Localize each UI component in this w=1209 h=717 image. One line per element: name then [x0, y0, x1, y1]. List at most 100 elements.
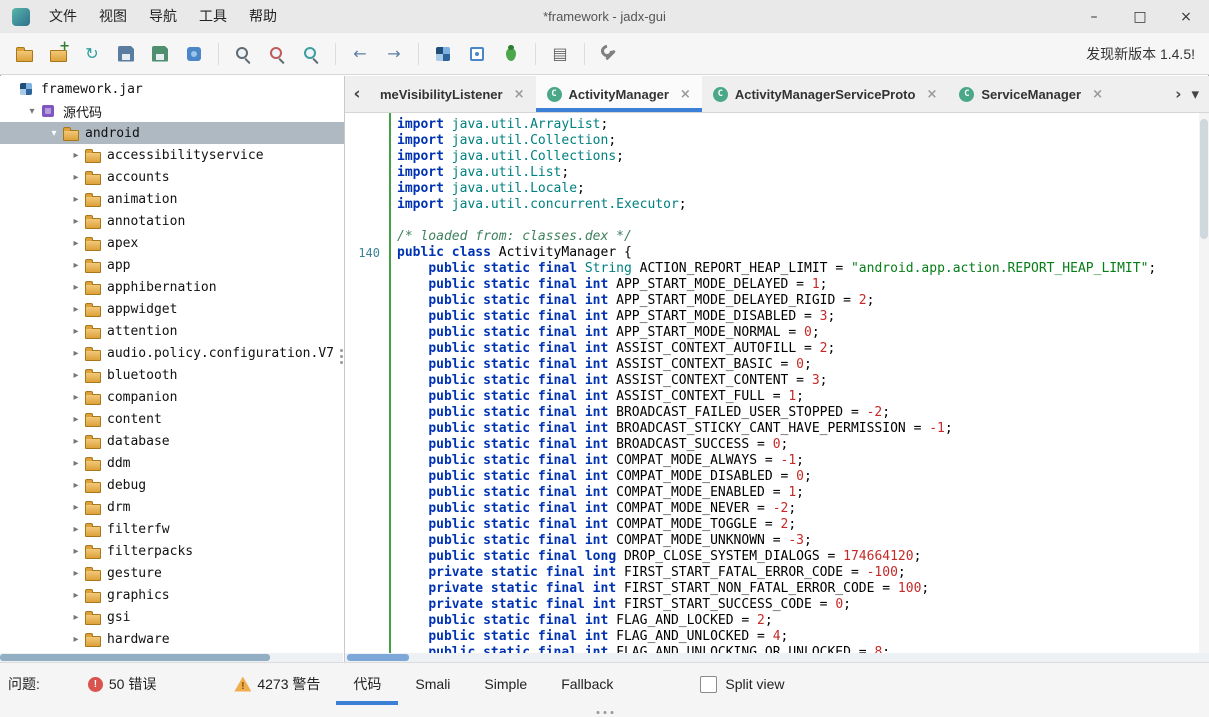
search-class-button[interactable] [267, 44, 287, 64]
tree-item[interactable]: ▸bluetooth [0, 364, 344, 386]
export-button[interactable] [150, 44, 170, 64]
tree-item[interactable]: ▸apex [0, 232, 344, 254]
tree-expand-icon[interactable]: ▸ [68, 546, 84, 557]
code-editor[interactable]: 140 import java.util.ArrayList;import ja… [345, 113, 1209, 653]
vertical-scrollbar-thumb[interactable] [1200, 119, 1208, 239]
tree-expand-icon[interactable]: ▸ [68, 524, 84, 535]
menu-item[interactable]: 文件 [38, 0, 88, 33]
editor-tab[interactable]: CActivityManager× [536, 76, 702, 112]
editor-tab[interactable]: meVisibilityListener× [369, 76, 536, 112]
menu-item[interactable]: 帮助 [238, 0, 288, 33]
tree-item[interactable]: ▸ddm [0, 452, 344, 474]
tree-expand-icon[interactable]: ▸ [68, 436, 84, 447]
tree-item[interactable]: ▸accessibilityservice [0, 144, 344, 166]
back-button[interactable]: ← [350, 44, 370, 64]
tree-item[interactable]: ▾android [0, 122, 344, 144]
tree-expand-icon[interactable]: ▸ [68, 502, 84, 513]
code-content[interactable]: import java.util.ArrayList;import java.u… [391, 113, 1199, 653]
tree-item[interactable]: framework.jar [0, 78, 344, 100]
tree-expand-icon[interactable]: ▸ [68, 634, 84, 645]
split-view-toggle[interactable]: Split view [700, 676, 784, 693]
view-tab[interactable]: 代码 [336, 663, 398, 705]
tree-expand-icon[interactable]: ▸ [68, 238, 84, 249]
tree-item[interactable]: ▸app [0, 254, 344, 276]
tree-scrollbar-thumb[interactable] [0, 654, 270, 661]
debugger-button[interactable] [501, 44, 521, 64]
tree-expand-icon[interactable]: ▸ [68, 612, 84, 623]
bottom-panel-grip-handle[interactable] [596, 711, 613, 714]
search-comment-button[interactable] [301, 44, 321, 64]
tree-expand-icon[interactable]: ▸ [68, 216, 84, 227]
tree-collapse-icon[interactable]: ▾ [46, 128, 62, 139]
tree-expand-icon[interactable]: ▸ [68, 392, 84, 403]
tree-expand-icon[interactable]: ▸ [68, 568, 84, 579]
menu-item[interactable]: 导航 [138, 0, 188, 33]
tree-expand-icon[interactable]: ▸ [68, 326, 84, 337]
deobfuscation-button[interactable] [433, 44, 453, 64]
minimize-button[interactable]: – [1071, 0, 1117, 33]
update-notification-link[interactable]: 发现新版本 1.4.5! [1086, 44, 1195, 64]
quark-button[interactable] [467, 44, 487, 64]
tree-expand-icon[interactable]: ▸ [68, 194, 84, 205]
tree-expand-icon[interactable]: ▸ [68, 150, 84, 161]
preferences-button[interactable] [599, 44, 619, 64]
forward-button[interactable]: → [384, 44, 404, 64]
tree-expand-icon[interactable]: ▸ [68, 348, 84, 359]
tree-item[interactable]: ▸annotation [0, 210, 344, 232]
add-files-button[interactable] [48, 44, 68, 64]
save-all-button[interactable] [116, 44, 136, 64]
menu-item[interactable]: 工具 [188, 0, 238, 33]
log-viewer-button[interactable]: ▤ [550, 44, 570, 64]
tabs-list-dropdown-icon[interactable]: ▾ [1191, 85, 1199, 103]
editor-vertical-scrollbar[interactable] [1199, 113, 1209, 653]
close-button[interactable]: × [1163, 0, 1209, 33]
tree-item[interactable]: ▸hardware [0, 628, 344, 650]
panel-splitter-handle[interactable] [340, 346, 343, 367]
tab-close-icon[interactable]: × [680, 87, 691, 102]
menu-item[interactable]: 视图 [88, 0, 138, 33]
tree-expand-icon[interactable]: ▸ [68, 304, 84, 315]
tree-item[interactable]: ▸apphibernation [0, 276, 344, 298]
tree-expand-icon[interactable]: ▸ [68, 458, 84, 469]
tree-item[interactable]: ▾源代码 [0, 100, 344, 122]
reload-button[interactable]: ↻ [82, 44, 102, 64]
view-tab[interactable]: Fallback [544, 663, 630, 705]
tree-item[interactable]: ▸content [0, 408, 344, 430]
tree-expand-icon[interactable]: ▸ [68, 370, 84, 381]
tree-expand-icon[interactable]: ▸ [68, 260, 84, 271]
search-text-button[interactable] [233, 44, 253, 64]
tree-item[interactable]: ▸filterfw [0, 518, 344, 540]
horizontal-scrollbar-thumb[interactable] [347, 654, 409, 661]
tab-close-icon[interactable]: × [926, 87, 937, 102]
view-tab[interactable]: Smali [398, 663, 467, 705]
warnings-indicator[interactable]: ! 4273 警告 [234, 674, 320, 694]
maximize-button[interactable]: □ [1117, 0, 1163, 33]
open-file-button[interactable] [14, 44, 34, 64]
editor-horizontal-scrollbar[interactable] [345, 653, 1209, 662]
tree-expand-icon[interactable]: ▸ [68, 282, 84, 293]
tree-item[interactable]: ▸accounts [0, 166, 344, 188]
tabs-scroll-right-icon[interactable]: › [1175, 85, 1181, 103]
tabs-scroll-left-icon[interactable]: ‹ [345, 76, 369, 112]
tree-item[interactable]: ▸animation [0, 188, 344, 210]
tab-close-icon[interactable]: × [514, 87, 525, 102]
tree-item[interactable]: ▸database [0, 430, 344, 452]
errors-indicator[interactable]: ! 50 错误 [88, 674, 156, 694]
editor-tab[interactable]: CActivityManagerServiceProto× [702, 76, 949, 112]
tree-item[interactable]: ▸debug [0, 474, 344, 496]
view-tab[interactable]: Simple [467, 663, 544, 705]
tree-item[interactable]: ▸audio.policy.configuration.V7 [0, 342, 344, 364]
save-gradle-button[interactable] [184, 44, 204, 64]
split-view-checkbox[interactable] [700, 676, 717, 693]
tree-item[interactable]: ▸gsi [0, 606, 344, 628]
tree-item[interactable]: ▸filterpacks [0, 540, 344, 562]
tree-horizontal-scrollbar[interactable] [0, 653, 343, 662]
tree-item[interactable]: ▸drm [0, 496, 344, 518]
tree-expand-icon[interactable]: ▸ [68, 590, 84, 601]
tree-expand-icon[interactable]: ▸ [68, 480, 84, 491]
tree-item[interactable]: ▸gesture [0, 562, 344, 584]
tree-expand-icon[interactable]: ▸ [68, 414, 84, 425]
tree-item[interactable]: ▸companion [0, 386, 344, 408]
tree-collapse-icon[interactable]: ▾ [24, 106, 40, 117]
tree-item[interactable]: ▸attention [0, 320, 344, 342]
